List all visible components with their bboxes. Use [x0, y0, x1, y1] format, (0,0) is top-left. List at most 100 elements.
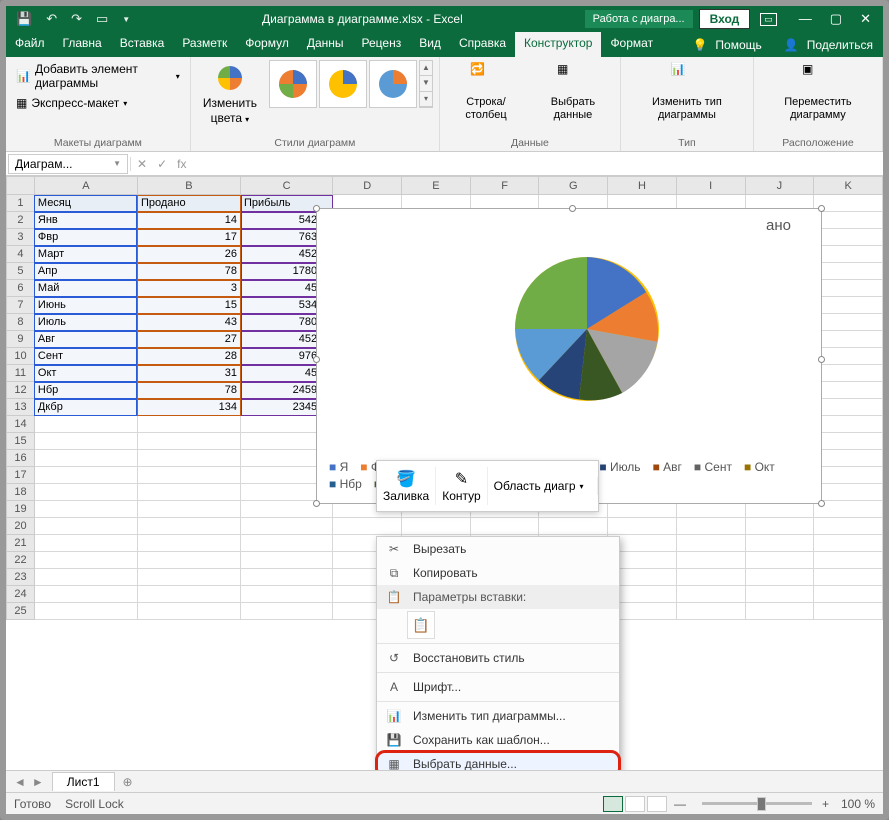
zoom-out-button[interactable]: —: [674, 797, 686, 811]
cell[interactable]: Март: [34, 246, 137, 263]
cell[interactable]: Авг: [34, 331, 137, 348]
ctx-change-chart-type[interactable]: 📊Изменить тип диаграммы...: [377, 704, 619, 728]
cell[interactable]: [814, 348, 883, 365]
cell[interactable]: [814, 552, 883, 569]
cell[interactable]: [333, 518, 402, 535]
cell[interactable]: Май: [34, 280, 137, 297]
col-header[interactable]: B: [137, 177, 240, 195]
cell[interactable]: 134: [137, 399, 240, 416]
cell[interactable]: [539, 518, 608, 535]
row-header[interactable]: 16: [7, 450, 35, 467]
cell[interactable]: [745, 552, 814, 569]
cell[interactable]: [814, 297, 883, 314]
cell[interactable]: 78: [137, 382, 240, 399]
row-header[interactable]: 7: [7, 297, 35, 314]
cell[interactable]: [137, 501, 240, 518]
cell[interactable]: Окт: [34, 365, 137, 382]
cell[interactable]: 26: [137, 246, 240, 263]
row-header[interactable]: 5: [7, 263, 35, 280]
cell[interactable]: [34, 586, 137, 603]
tab-view[interactable]: Вид: [410, 32, 450, 57]
cell[interactable]: [34, 501, 137, 518]
row-header[interactable]: 18: [7, 484, 35, 501]
switch-row-column-button[interactable]: 🔁Строка/ столбец: [446, 60, 526, 124]
style-thumb-3[interactable]: [369, 60, 417, 108]
tab-help[interactable]: Справка: [450, 32, 515, 57]
fx-icon[interactable]: fx: [177, 157, 186, 171]
cell[interactable]: [676, 535, 745, 552]
cell[interactable]: [470, 518, 539, 535]
tab-review[interactable]: Реценз: [353, 32, 411, 57]
row-header[interactable]: 6: [7, 280, 35, 297]
add-chart-element-button[interactable]: 📊Добавить элемент диаграммы▾: [12, 60, 184, 92]
cell[interactable]: [814, 450, 883, 467]
cell[interactable]: [814, 416, 883, 433]
tab-data[interactable]: Данны: [298, 32, 353, 57]
cell[interactable]: [241, 586, 333, 603]
tab-layout[interactable]: Разметк: [173, 32, 236, 57]
cell[interactable]: [137, 586, 240, 603]
redo-icon[interactable]: ↷: [71, 11, 82, 27]
ctx-save-template[interactable]: 💾Сохранить как шаблон...: [377, 728, 619, 752]
row-header[interactable]: 19: [7, 501, 35, 518]
zoom-level[interactable]: 100 %: [841, 797, 875, 811]
cell[interactable]: [814, 314, 883, 331]
row-header[interactable]: 2: [7, 212, 35, 229]
view-page-break-button[interactable]: [647, 796, 667, 812]
paste-option-button[interactable]: 📋: [407, 611, 435, 639]
cell[interactable]: [137, 450, 240, 467]
cell[interactable]: [34, 569, 137, 586]
enter-formula-icon[interactable]: ✓: [157, 157, 167, 171]
col-header[interactable]: A: [34, 177, 137, 195]
cell[interactable]: [814, 569, 883, 586]
cell[interactable]: [608, 518, 677, 535]
row-header[interactable]: 20: [7, 518, 35, 535]
touch-mode-icon[interactable]: ▭: [96, 11, 108, 27]
cell[interactable]: 17: [137, 229, 240, 246]
row-header[interactable]: 1: [7, 195, 35, 212]
chart-area-dropdown[interactable]: Область диагр▾: [488, 477, 598, 495]
row-header[interactable]: 8: [7, 314, 35, 331]
close-icon[interactable]: ✕: [860, 11, 871, 27]
cell[interactable]: 78: [137, 263, 240, 280]
cell[interactable]: [34, 603, 137, 620]
tab-home[interactable]: Главна: [54, 32, 111, 57]
style-thumb-1[interactable]: [269, 60, 317, 108]
cell[interactable]: [137, 552, 240, 569]
tell-me-icon[interactable]: 💡: [692, 38, 707, 52]
cell[interactable]: [137, 569, 240, 586]
cell[interactable]: Дкбр: [34, 399, 137, 416]
worksheet-grid[interactable]: ABCDEFGHIJK1МесяцПроданоПрибыль2Янв14542…: [6, 176, 883, 770]
qat-dropdown-icon[interactable]: ▼: [122, 15, 130, 24]
change-colors-button[interactable]: Изменить цвета ▾: [197, 60, 263, 128]
row-header[interactable]: 10: [7, 348, 35, 365]
chart-title[interactable]: ано: [766, 217, 791, 234]
cell[interactable]: [814, 331, 883, 348]
cell[interactable]: [34, 484, 137, 501]
sheet-nav-next[interactable]: ►: [32, 775, 44, 789]
fill-button[interactable]: 🪣Заливка: [377, 467, 436, 505]
pie-chart[interactable]: [507, 249, 667, 409]
zoom-in-button[interactable]: +: [822, 797, 829, 811]
cell[interactable]: [814, 467, 883, 484]
ctx-copy[interactable]: ⧉Копировать: [377, 561, 619, 585]
cell[interactable]: Сент: [34, 348, 137, 365]
cell[interactable]: [745, 535, 814, 552]
col-header[interactable]: D: [333, 177, 402, 195]
select-data-button[interactable]: ▦Выбрать данные: [532, 60, 614, 124]
login-button[interactable]: Вход: [699, 9, 751, 29]
cell[interactable]: [676, 518, 745, 535]
share-icon[interactable]: 👤: [784, 38, 799, 52]
col-header[interactable]: J: [745, 177, 814, 195]
cell[interactable]: [745, 518, 814, 535]
style-thumb-2[interactable]: [319, 60, 367, 108]
cell[interactable]: [814, 280, 883, 297]
cell[interactable]: [676, 569, 745, 586]
cell[interactable]: [402, 518, 471, 535]
cell[interactable]: 28: [137, 348, 240, 365]
ribbon-options-icon[interactable]: ▭: [760, 13, 777, 26]
cell[interactable]: [814, 382, 883, 399]
add-sheet-button[interactable]: ⊕: [115, 775, 141, 789]
cell[interactable]: [137, 416, 240, 433]
cell[interactable]: [814, 484, 883, 501]
